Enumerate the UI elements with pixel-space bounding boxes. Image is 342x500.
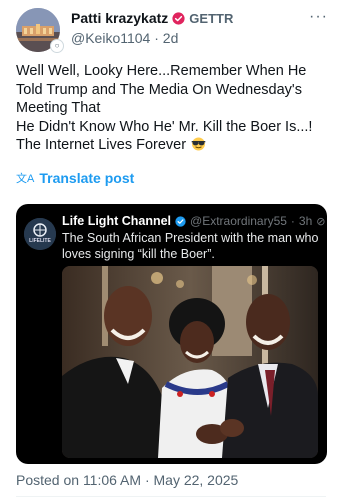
quote-verified-badge-icon bbox=[175, 215, 186, 227]
sunglasses-emoji-icon bbox=[191, 137, 206, 151]
post-timestamp: Posted on 11:06 AM · May 22, 2025 bbox=[16, 472, 239, 488]
lifelight-logo-icon bbox=[24, 218, 56, 250]
post-line: The Internet Lives Forever bbox=[16, 137, 187, 153]
post-body: Well Well, Looky Here...Remember When He… bbox=[16, 62, 330, 155]
translate-row[interactable]: 文A Translate post bbox=[16, 170, 134, 186]
translate-icon: 文A bbox=[16, 173, 35, 185]
author-name-row: Patti krazykatz GETTR bbox=[71, 10, 233, 26]
quote-photo[interactable] bbox=[62, 266, 318, 458]
translate-post-link[interactable]: Translate post bbox=[39, 170, 134, 186]
more-options-icon[interactable]: ··· bbox=[309, 8, 328, 26]
grok-icon[interactable]: ⊘ bbox=[316, 215, 325, 228]
quote-age: 3h bbox=[298, 214, 313, 228]
quote-text: The South African President with the man… bbox=[62, 231, 319, 261]
post-line-last: The Internet Lives Forever bbox=[16, 136, 330, 155]
post-age: 2d bbox=[162, 30, 179, 46]
author-handle[interactable]: @Keiko1104 bbox=[71, 30, 150, 46]
quote-display-name[interactable]: Life Light Channel bbox=[62, 214, 171, 228]
verified-badge-icon bbox=[172, 11, 185, 25]
post-header: ○ Patti krazykatz GETTR @Keiko1104 · 2d … bbox=[16, 8, 332, 53]
handle-separator: · bbox=[154, 30, 159, 46]
quote-name-row: Life Light Channel @Extraordinary55 · 3h… bbox=[62, 214, 327, 228]
author-handle-row: @Keiko1104 · 2d bbox=[71, 30, 178, 46]
quoted-post-card[interactable]: LIFELITE Life Light Channel @Extraordina… bbox=[16, 204, 327, 464]
author-display-name[interactable]: Patti krazykatz bbox=[71, 10, 168, 26]
platform-badge: GETTR bbox=[189, 10, 234, 26]
photo-image bbox=[62, 266, 318, 458]
avatar-status-badge: ○ bbox=[50, 39, 64, 53]
post-line: He Didn't Know Who He' Mr. Kill the Boer… bbox=[16, 118, 313, 135]
quote-handle[interactable]: @Extraordinary55 bbox=[190, 214, 287, 228]
quote-separator: · bbox=[290, 214, 295, 228]
quote-avatar-text: LIFELITE bbox=[29, 238, 51, 244]
divider bbox=[16, 496, 326, 497]
quote-author-avatar[interactable]: LIFELITE bbox=[24, 218, 56, 250]
post-line: Well Well, Looky Here...Remember When He… bbox=[16, 63, 307, 116]
